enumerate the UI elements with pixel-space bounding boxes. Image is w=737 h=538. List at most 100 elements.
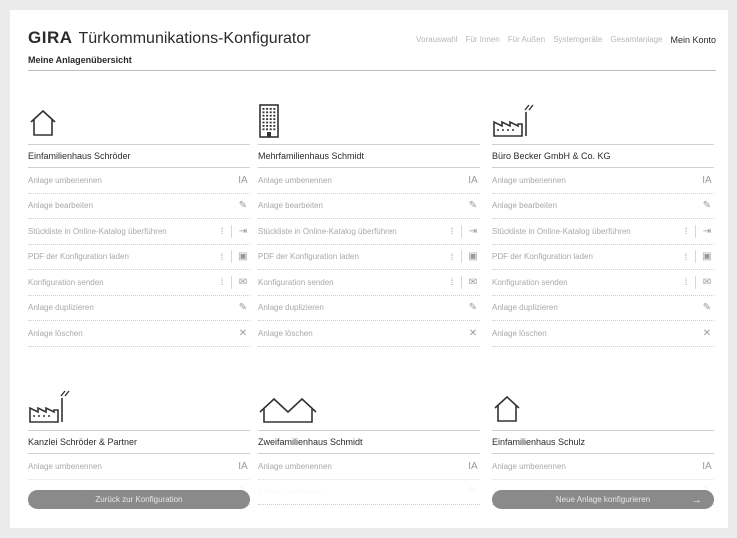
rename-icon[interactable]: IA (700, 461, 714, 472)
action-row[interactable]: PDF der Konfiguration laden ⁞ ▣ (258, 245, 480, 270)
header: GIRA Türkommunikations-Konfigurator Vora… (28, 20, 716, 48)
info-icon[interactable]: ⁞ (681, 226, 691, 236)
arrow-right-icon: → (691, 493, 702, 506)
action-label: Anlage löschen (28, 328, 83, 338)
separator (231, 275, 232, 289)
info-icon[interactable]: ⁞ (447, 226, 457, 236)
action-row[interactable]: Stückliste in Online-Katalog überführen ⁞… (258, 219, 480, 245)
pencil-icon[interactable]: ✎ (466, 200, 480, 211)
rename-icon[interactable]: IA (236, 175, 250, 186)
action-row[interactable]: Konfiguration senden ⁞ ✉ (492, 270, 714, 296)
house-icon (28, 86, 250, 138)
rename-icon[interactable]: IA (236, 461, 250, 472)
action-row[interactable]: Anlage duplizieren ✎ (258, 296, 480, 321)
two-family-house-icon (258, 372, 480, 424)
action-label: Anlage umbenennen (492, 175, 566, 185)
pdf-icon[interactable]: ▣ (700, 251, 714, 262)
action-label: Anlage bearbeiten (492, 201, 557, 211)
envelope-icon[interactable]: ✉ (466, 277, 480, 288)
divider (28, 70, 716, 71)
factory-icon (492, 86, 714, 138)
action-row[interactable]: Anlage duplizieren ✎ (492, 296, 714, 321)
action-label: Stückliste in Online-Katalog überführen (492, 226, 631, 236)
close-icon[interactable]: ✕ (236, 328, 250, 339)
pencil-icon[interactable]: ✎ (466, 302, 480, 313)
action-row[interactable]: Anlage löschen ✕ (492, 321, 714, 347)
action-row[interactable]: Anlage duplizieren ✎ (28, 296, 250, 321)
close-icon[interactable]: ✕ (466, 328, 480, 339)
factory-icon (28, 372, 250, 424)
pdf-icon[interactable]: ▣ (466, 251, 480, 262)
action-row[interactable]: PDF der Konfiguration laden ⁞ ▣ (28, 245, 250, 270)
new-installation-button[interactable]: Neue Anlage konfigurieren → (492, 490, 714, 509)
info-icon[interactable]: ⁞ (217, 252, 227, 262)
action-label: Anlage umbenennen (28, 461, 102, 471)
export-icon[interactable]: ⇥ (466, 226, 480, 237)
rename-icon[interactable]: IA (700, 175, 714, 186)
info-icon[interactable]: ⁞ (217, 277, 227, 287)
nav-fuer-aussen[interactable]: Für Außen (508, 35, 545, 45)
action-row[interactable]: Anlage umbenennen IA (492, 168, 714, 194)
installation-name: Mehrfamilienhaus Schmidt (258, 144, 480, 168)
app-title: Türkommunikations-Konfigurator (78, 30, 311, 47)
export-icon[interactable]: ⇥ (236, 226, 250, 237)
action-row[interactable]: Anlage bearbeiten ✎ (28, 194, 250, 219)
installation-name: Einfamilienhaus Schröder (28, 144, 250, 168)
rename-icon[interactable]: IA (466, 461, 480, 472)
action-label: Anlage duplizieren (258, 303, 324, 313)
pencil-icon[interactable]: ✎ (700, 200, 714, 211)
nav-gesamtanlage[interactable]: Gesamtanlage (610, 35, 662, 45)
close-icon[interactable]: ✕ (700, 328, 714, 339)
action-label: Anlage bearbeiten (28, 201, 93, 211)
info-icon[interactable]: ⁞ (681, 252, 691, 262)
nav-systemgeraete[interactable]: Systemgeräte (553, 35, 602, 45)
action-row[interactable]: Anlage umbenennen IA (258, 168, 480, 194)
envelope-icon[interactable]: ✉ (700, 277, 714, 288)
action-row[interactable]: PDF der Konfiguration laden ⁞ ▣ (492, 245, 714, 270)
page: GIRA Türkommunikations-Konfigurator Vora… (10, 10, 728, 528)
action-label: Anlage bearbeiten (258, 201, 323, 211)
info-icon[interactable]: ⁞ (681, 277, 691, 287)
installation-name: Einfamilienhaus Schulz (492, 430, 714, 454)
pencil-icon[interactable]: ✎ (700, 302, 714, 313)
pencil-icon[interactable]: ✎ (236, 302, 250, 313)
action-row[interactable]: Anlage löschen ✕ (28, 321, 250, 347)
installation-card: Einfamilienhaus Schröder Anlage umbenenne… (28, 86, 250, 347)
back-to-configuration-button[interactable]: Zurück zur Konfiguration (28, 490, 250, 509)
action-row[interactable]: Konfiguration senden ⁞ ✉ (258, 270, 480, 296)
info-icon[interactable]: ⁞ (447, 277, 457, 287)
action-label: Anlage umbenennen (492, 461, 566, 471)
action-row[interactable]: Anlage umbenennen IA (28, 168, 250, 194)
action-row[interactable]: Anlage bearbeiten ✎ (492, 194, 714, 219)
separator (461, 224, 462, 238)
action-label: Anlage duplizieren (492, 303, 558, 313)
installation-name: Zweifamilienhaus Schmidt (258, 430, 480, 454)
main-nav: Vorauswahl Für Innen Für Außen Systemger… (416, 35, 716, 48)
rename-icon[interactable]: IA (466, 175, 480, 186)
nav-mein-konto[interactable]: Mein Konto (670, 35, 716, 45)
action-label: Anlage umbenennen (28, 175, 102, 185)
action-row[interactable]: Anlage bearbeiten ✎ (258, 194, 480, 219)
pdf-icon[interactable]: ▣ (236, 251, 250, 262)
apartment-building-icon (258, 86, 480, 138)
action-row[interactable]: Stückliste in Online-Katalog überführen ⁞… (492, 219, 714, 245)
action-row[interactable]: Stückliste in Online-Katalog überführen ⁞… (28, 219, 250, 245)
nav-fuer-innen[interactable]: Für Innen (465, 35, 499, 45)
page-subtitle: Meine Anlagenübersicht (28, 55, 132, 65)
action-row[interactable]: Konfiguration senden ⁞ ✉ (28, 270, 250, 296)
action-row[interactable]: Anlage löschen ✕ (258, 321, 480, 347)
installation-card: Mehrfamilienhaus Schmidt Anlage umbenenne… (258, 86, 480, 347)
action-label: Konfiguration senden (28, 277, 104, 287)
action-label: PDF der Konfiguration laden (28, 252, 129, 262)
separator (695, 250, 696, 264)
separator (461, 250, 462, 264)
action-label: PDF der Konfiguration laden (258, 252, 359, 262)
export-icon[interactable]: ⇥ (700, 226, 714, 237)
action-label: Anlage löschen (492, 328, 547, 338)
info-icon[interactable]: ⁞ (447, 252, 457, 262)
new-installation-label: Neue Anlage konfigurieren (555, 495, 651, 504)
nav-vorauswahl[interactable]: Vorauswahl (416, 35, 457, 45)
envelope-icon[interactable]: ✉ (236, 277, 250, 288)
info-icon[interactable]: ⁞ (217, 226, 227, 236)
pencil-icon[interactable]: ✎ (236, 200, 250, 211)
